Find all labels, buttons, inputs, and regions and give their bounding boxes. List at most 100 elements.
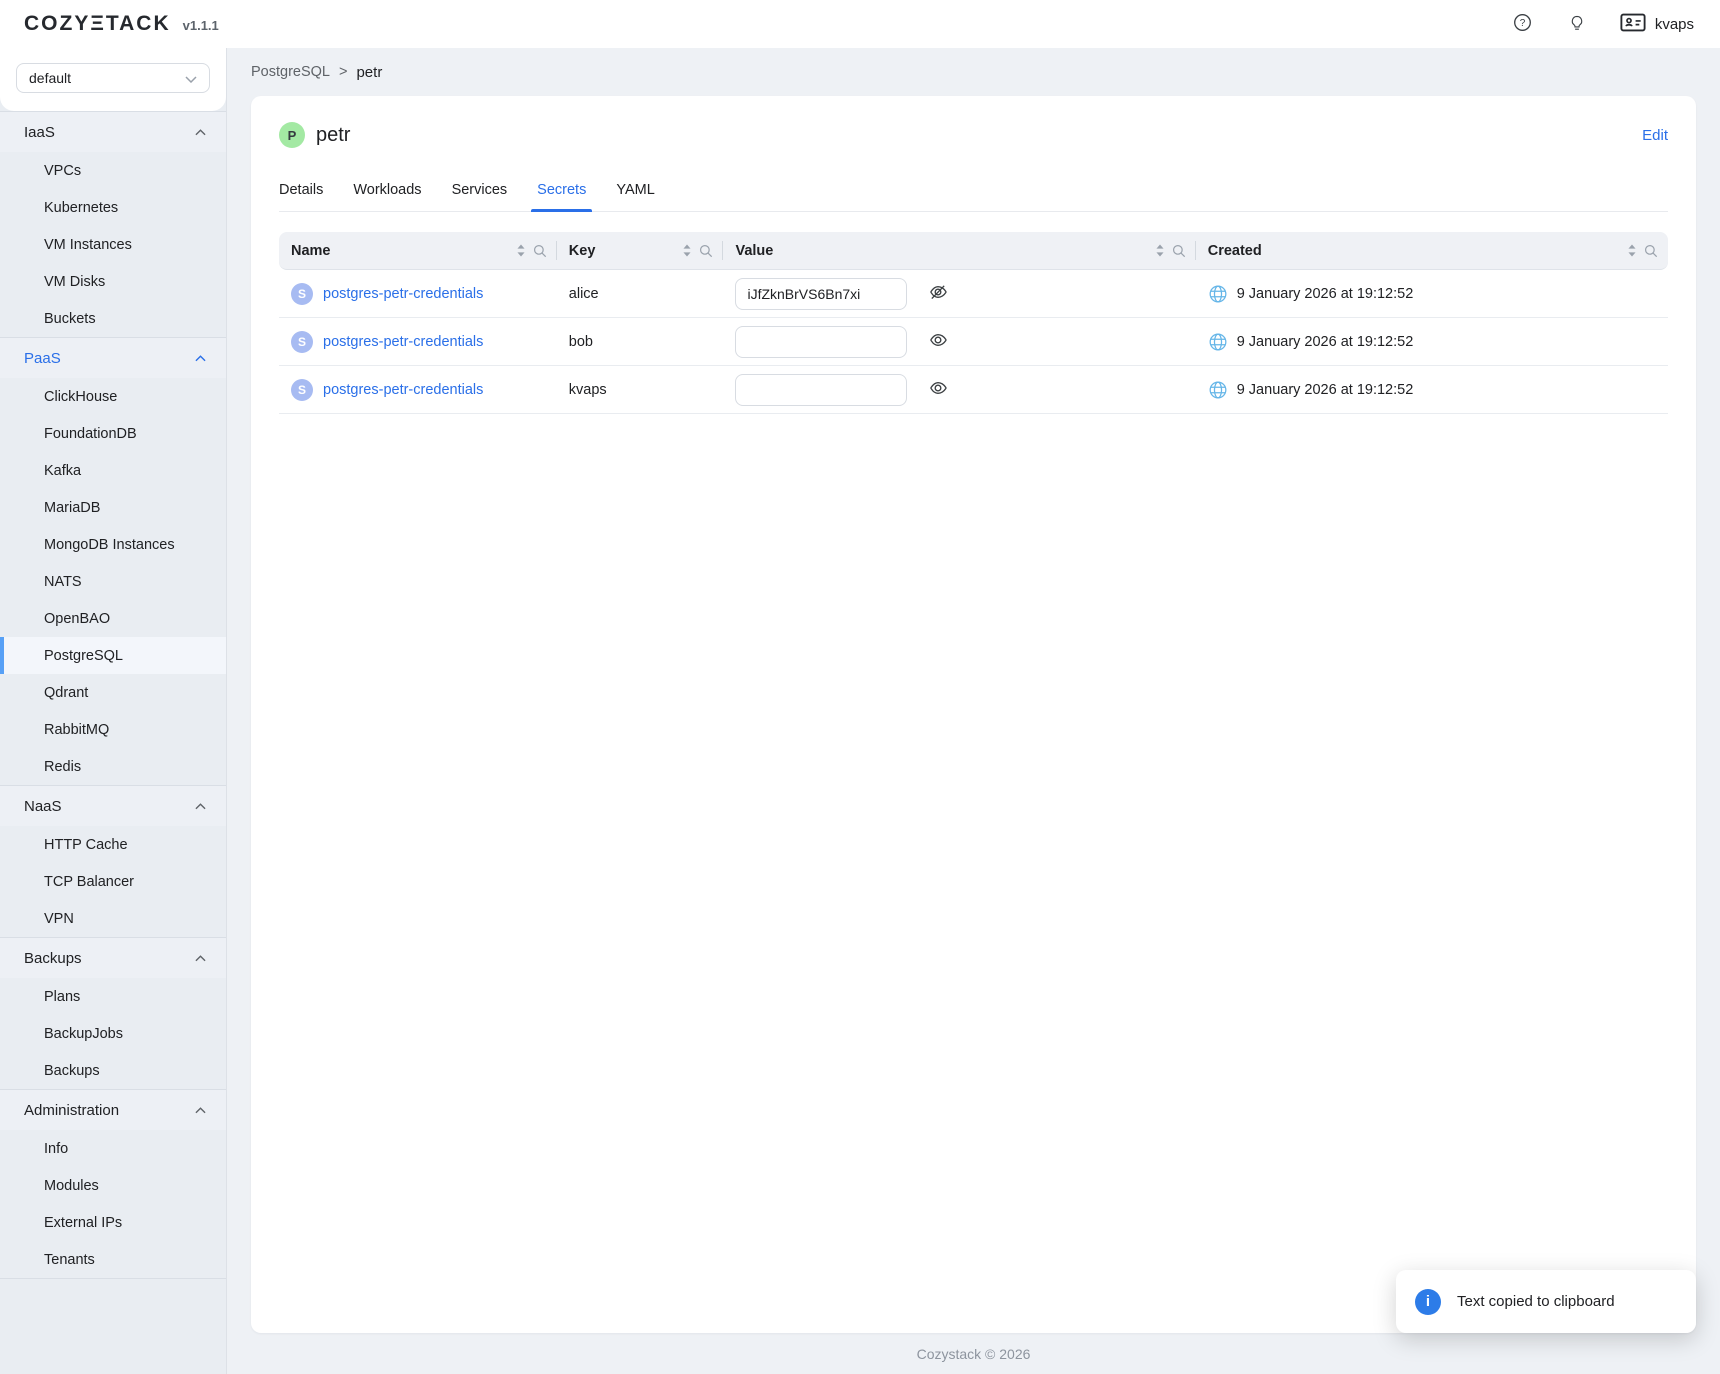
- sidebar-item-info[interactable]: Info: [0, 1130, 226, 1167]
- theme-toggle-button[interactable]: [1566, 11, 1588, 38]
- secret-avatar: S: [291, 379, 313, 401]
- sidebar-item-postgresql[interactable]: PostgreSQL: [0, 637, 226, 674]
- search-icon[interactable]: [699, 244, 713, 258]
- sort-icon[interactable]: [682, 244, 692, 257]
- footer-text: Cozystack © 2026: [917, 1346, 1031, 1362]
- sidebar-item-mariadb[interactable]: MariaDB: [0, 489, 226, 526]
- breadcrumb-parent-link[interactable]: PostgreSQL: [251, 64, 330, 80]
- sidebar-section-iaas[interactable]: IaaS: [0, 112, 226, 152]
- sort-icon[interactable]: [516, 244, 526, 257]
- eye-icon: [928, 330, 948, 353]
- sidebar-section-label: PaaS: [24, 350, 61, 367]
- sidebar-item-label: External IPs: [44, 1215, 122, 1231]
- sidebar-item-label: Kubernetes: [44, 200, 118, 216]
- toggle-visibility-button[interactable]: [925, 327, 951, 356]
- sidebar-item-clickhouse[interactable]: ClickHouse: [0, 378, 226, 415]
- eye-off-icon: [928, 282, 948, 305]
- sidebar-item-backups[interactable]: Backups: [0, 1052, 226, 1089]
- sidebar-item-external-ips[interactable]: External IPs: [0, 1204, 226, 1241]
- sort-icon[interactable]: [1627, 244, 1637, 257]
- secret-avatar: S: [291, 331, 313, 353]
- svg-text:?: ?: [1520, 18, 1526, 29]
- sidebar-item-vpcs[interactable]: VPCs: [0, 152, 226, 189]
- tab-yaml[interactable]: YAML: [616, 172, 654, 211]
- breadcrumb-current: petr: [356, 64, 382, 81]
- sidebar-section-administration[interactable]: Administration: [0, 1090, 226, 1130]
- sidebar-item-modules[interactable]: Modules: [0, 1167, 226, 1204]
- sidebar-item-label: NATS: [44, 574, 82, 590]
- edit-button[interactable]: Edit: [1642, 127, 1668, 144]
- sidebar-item-foundationdb[interactable]: FoundationDB: [0, 415, 226, 452]
- sidebar-item-kubernetes[interactable]: Kubernetes: [0, 189, 226, 226]
- toggle-visibility-button[interactable]: [925, 279, 951, 308]
- sidebar-item-tenants[interactable]: Tenants: [0, 1241, 226, 1278]
- sidebar-item-backupjobs[interactable]: BackupJobs: [0, 1015, 226, 1052]
- sidebar-group-iaas: IaaS VPCs Kubernetes VM Instances VM DisksBu…: [0, 111, 226, 337]
- secret-name-link[interactable]: postgres-petr-credentials: [323, 286, 483, 302]
- sidebar-section-label: NaaS: [24, 798, 62, 815]
- sidebar-item-label: Plans: [44, 989, 80, 1005]
- sidebar-item-openbao[interactable]: OpenBAO: [0, 600, 226, 637]
- sidebar-item-label: FoundationDB: [44, 426, 137, 442]
- secret-value-input[interactable]: [735, 374, 907, 406]
- sidebar-item-plans[interactable]: Plans: [0, 978, 226, 1015]
- help-button[interactable]: ?: [1511, 11, 1534, 37]
- main-area: PostgreSQL > petr P petr Edit DetailsWor…: [227, 48, 1720, 1374]
- search-icon[interactable]: [533, 244, 547, 258]
- info-icon: i: [1415, 1289, 1441, 1315]
- sidebar-section-backups[interactable]: Backups: [0, 938, 226, 978]
- sidebar-item-vpn[interactable]: VPN: [0, 900, 226, 937]
- sidebar-item-label: PostgreSQL: [44, 648, 123, 664]
- sidebar-item-label: VM Instances: [44, 237, 132, 253]
- page-title: petr: [316, 124, 350, 147]
- column-label: Created: [1208, 243, 1262, 259]
- sidebar-section-naas[interactable]: NaaS: [0, 786, 226, 826]
- table-body: Spostgres-petr-credentialsalice9 January…: [279, 270, 1668, 414]
- user-menu[interactable]: kvaps: [1620, 13, 1694, 36]
- sidebar-item-mongodb-instances[interactable]: MongoDB Instances: [0, 526, 226, 563]
- search-icon[interactable]: [1644, 244, 1658, 258]
- tab-workloads[interactable]: Workloads: [353, 172, 421, 211]
- tab-details[interactable]: Details: [279, 172, 323, 211]
- sidebar-group-backups: BackupsPlansBackupJobsBackups: [0, 937, 226, 1089]
- chevron-up-icon: [195, 355, 206, 362]
- sidebar-item-vm-disks[interactable]: VM Disks: [0, 263, 226, 300]
- eye-icon: [928, 378, 948, 401]
- tab-services[interactable]: Services: [452, 172, 508, 211]
- sidebar-item-label: MongoDB Instances: [44, 537, 175, 553]
- app-logo[interactable]: COZYΞTACK: [24, 12, 171, 36]
- tab-secrets[interactable]: Secrets: [537, 172, 586, 211]
- sidebar-item-label: Kafka: [44, 463, 81, 479]
- sidebar-item-nats[interactable]: NATS: [0, 563, 226, 600]
- sidebar-item-redis[interactable]: Redis: [0, 748, 226, 785]
- column-header-created: Created: [1196, 232, 1668, 269]
- sidebar-section-paas[interactable]: PaaS: [0, 338, 226, 378]
- sidebar-item-tcp-balancer[interactable]: TCP Balancer: [0, 863, 226, 900]
- secret-value-input[interactable]: [735, 278, 907, 310]
- sidebar-section-label: Backups: [24, 950, 82, 967]
- sidebar-item-label: Redis: [44, 759, 81, 775]
- sidebar-item-kafka[interactable]: Kafka: [0, 452, 226, 489]
- secret-name-link[interactable]: postgres-petr-credentials: [323, 334, 483, 350]
- sidebar-group-paas: PaaS ClickHouse FoundationDB Kafka MariaDB Mo…: [0, 337, 226, 785]
- sidebar-item-label: MariaDB: [44, 500, 100, 516]
- search-icon[interactable]: [1172, 244, 1186, 258]
- table-row: Spostgres-petr-credentialsbob9 January 2…: [279, 318, 1668, 366]
- secret-value-input[interactable]: [735, 326, 907, 358]
- sidebar-item-http-cache[interactable]: HTTP Cache: [0, 826, 226, 863]
- sidebar-item-qdrant[interactable]: Qdrant: [0, 674, 226, 711]
- toast-message: Text copied to clipboard: [1457, 1293, 1615, 1310]
- globe-icon: [1208, 332, 1228, 352]
- sidebar-item-label: VPCs: [44, 163, 81, 179]
- secret-name-link[interactable]: postgres-petr-credentials: [323, 382, 483, 398]
- tenant-select[interactable]: default: [16, 63, 210, 93]
- sidebar-item-label: ClickHouse: [44, 389, 117, 405]
- globe-icon: [1208, 380, 1228, 400]
- footer: Cozystack © 2026: [251, 1333, 1696, 1374]
- toggle-visibility-button[interactable]: [925, 375, 951, 404]
- chevron-up-icon: [195, 955, 206, 962]
- sidebar-item-vm-instances[interactable]: VM Instances: [0, 226, 226, 263]
- sidebar-item-rabbitmq[interactable]: RabbitMQ: [0, 711, 226, 748]
- sidebar-item-buckets[interactable]: Buckets: [0, 300, 226, 337]
- sort-icon[interactable]: [1155, 244, 1165, 257]
